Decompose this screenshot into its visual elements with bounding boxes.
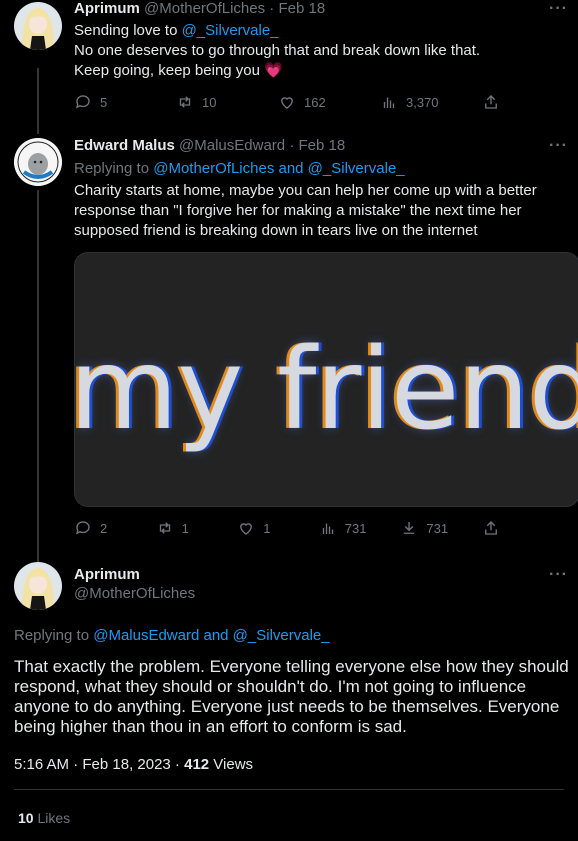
tweet-date[interactable]: Feb 18 xyxy=(298,137,345,154)
tweet-header: Edward Malus @MalusEdward · Feb 18 xyxy=(74,137,346,154)
thread-line-2 xyxy=(37,190,39,562)
like-button[interactable]: 1 xyxy=(237,519,319,537)
tweet-header: Aprimum @MotherOfLiches · Feb 18 xyxy=(74,0,326,17)
more-icon[interactable]: ··· xyxy=(549,137,568,155)
retweet-button[interactable]: 1 xyxy=(156,519,238,537)
tweet-actions: 2 1 1 731 731 xyxy=(74,518,500,538)
replying-to: Replying to @MotherOfLiches and @_Silver… xyxy=(74,160,405,177)
mention-link[interactable]: @_Silvervale_ xyxy=(182,22,279,39)
thread-line-1 xyxy=(37,68,39,134)
mention-link[interactable]: @MotherOfLiches and @_Silvervale_ xyxy=(153,160,404,177)
avatar[interactable] xyxy=(14,562,62,610)
tweet-text: Charity starts at home, maybe you can he… xyxy=(74,182,537,239)
share-icon xyxy=(485,521,497,535)
reply-button[interactable]: 2 xyxy=(74,519,156,537)
reply-button[interactable]: 5 xyxy=(74,93,176,111)
media-caption: my friend xyxy=(74,325,578,455)
views-button[interactable]: 731 xyxy=(319,519,401,537)
reply-icon xyxy=(75,95,90,109)
views-icon xyxy=(322,523,333,534)
display-name[interactable]: Edward Malus xyxy=(74,137,175,154)
likes-count: 10 xyxy=(18,810,34,826)
like-button[interactable]: 162 xyxy=(278,93,380,111)
more-icon[interactable]: ··· xyxy=(549,0,568,18)
handle[interactable]: @MotherOfLiches xyxy=(74,585,195,602)
main-tweet-text: That exactly the problem. Everyone telli… xyxy=(14,657,569,736)
share-icon xyxy=(485,95,497,109)
tweet-text: Sending love to @_Silvervale_ No one des… xyxy=(74,22,481,79)
views-count: 412 xyxy=(184,756,210,773)
time-link[interactable]: 5:16 AM · Feb 18, 2023 · xyxy=(14,756,184,773)
views-icon xyxy=(383,97,395,108)
handle[interactable]: @MotherOfLiches xyxy=(144,0,265,17)
tweet-media[interactable]: my friend xyxy=(74,252,578,507)
tweet-date[interactable]: Feb 18 xyxy=(278,0,325,17)
likes-link[interactable]: 10 Likes xyxy=(18,808,508,828)
bookmark-icon xyxy=(404,522,415,534)
share-button[interactable] xyxy=(482,93,500,111)
like-icon xyxy=(281,97,293,109)
replying-to: Replying to @MalusEdward and @_Silverval… xyxy=(14,627,330,644)
retweet-icon xyxy=(159,522,170,534)
mention-link[interactable]: @MalusEdward and @_Silvervale_ xyxy=(93,627,329,644)
retweet-icon xyxy=(179,96,191,108)
share-button[interactable] xyxy=(482,519,500,537)
more-icon[interactable]: ··· xyxy=(549,566,568,584)
tweet-actions: 5 10 162 3,370 xyxy=(74,92,500,112)
main-tweet-header: Aprimum @MotherOfLiches xyxy=(74,566,195,602)
like-icon xyxy=(240,523,253,535)
tweet-timestamp: 5:16 AM · Feb 18, 2023 · 412 Views xyxy=(14,756,254,773)
bookmark-button[interactable]: 731 xyxy=(400,519,482,537)
display-name[interactable]: Aprimum xyxy=(74,566,195,583)
heart-emoji: 💗 xyxy=(264,62,283,79)
avatar[interactable] xyxy=(14,138,62,186)
retweet-button[interactable]: 10 xyxy=(176,93,278,111)
display-name[interactable]: Aprimum xyxy=(74,0,140,17)
divider xyxy=(14,789,564,790)
views-button[interactable]: 3,370 xyxy=(380,93,482,111)
avatar[interactable] xyxy=(14,2,62,50)
handle[interactable]: @MalusEdward xyxy=(179,137,285,154)
reply-icon xyxy=(75,521,90,535)
